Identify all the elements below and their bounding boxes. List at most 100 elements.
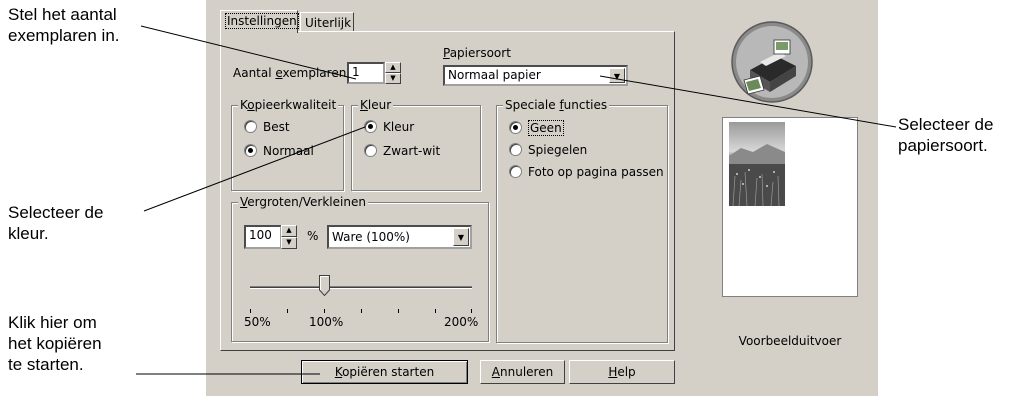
callout-copies-line2: exemplaren in. xyxy=(8,26,120,45)
tab-settings[interactable]: Instellingen xyxy=(220,10,299,33)
color-legend: Kleur xyxy=(358,98,394,112)
landscape-thumbnail xyxy=(729,122,785,206)
radio-label: Foto op pagina passen xyxy=(528,165,664,179)
chevron-down-icon[interactable]: ▼ xyxy=(609,68,625,83)
radio-quality-best[interactable]: Best xyxy=(244,119,290,135)
help-button[interactable]: Help xyxy=(569,360,675,384)
slider-ticks xyxy=(250,304,472,313)
cancel-label: nnuleren xyxy=(500,365,554,379)
quality-group: Kopieerkwaliteit Best Normaal xyxy=(231,98,344,191)
percent-spinner[interactable]: ▲ ▼ xyxy=(281,225,297,249)
radio-color-bw[interactable]: Zwart-wit xyxy=(364,143,440,159)
tab-appearance-label: Uiterlijk xyxy=(305,16,352,30)
percent-value: 100 xyxy=(249,228,272,242)
tab-appearance[interactable]: Uiterlijk xyxy=(300,12,354,32)
callout-color-line1: Selecteer de xyxy=(8,203,104,222)
radio-quality-normal[interactable]: Normaal xyxy=(244,143,314,159)
slider-ticks-svg xyxy=(250,309,472,313)
start-copy-label: opiëren starten xyxy=(342,365,435,379)
quality-legend-accel: o xyxy=(247,98,255,112)
radio-special-none[interactable]: Geen xyxy=(509,120,564,136)
radio-dot-icon xyxy=(244,120,257,133)
percent-input[interactable]: 100 xyxy=(244,225,282,249)
spin-down-icon[interactable]: ▼ xyxy=(281,237,297,249)
paper-select-value: Normaal papier xyxy=(448,68,541,82)
callout-start: Klik hier om het kopiëren te starten. xyxy=(8,312,102,375)
zoom-preset-select[interactable]: Ware (100%) ▼ xyxy=(327,225,472,249)
zoom-slider-thumb[interactable] xyxy=(318,275,330,297)
radio-special-mirror[interactable]: Spiegelen xyxy=(509,142,587,158)
spin-up-icon[interactable]: ▲ xyxy=(281,225,297,237)
copies-value: 1 xyxy=(352,65,360,79)
cancel-button[interactable]: Annuleren xyxy=(480,360,565,384)
copies-label-pre: Aantal xyxy=(233,66,276,80)
callout-copies-line1: Stel het aantal xyxy=(8,5,117,24)
special-legend-post: uncties xyxy=(563,98,608,112)
callout-start-line1: Klik hier om xyxy=(8,313,97,332)
radio-dot-icon xyxy=(244,144,257,157)
radio-label: Geen xyxy=(528,120,564,136)
color-group: Kleur Kleur Zwart-wit xyxy=(351,98,481,191)
slider-thumb-icon xyxy=(318,275,330,297)
paper-label-accel: P xyxy=(443,46,450,60)
slider-max-label: 200% xyxy=(444,315,479,329)
zoom-slider-track[interactable] xyxy=(250,286,472,289)
quality-legend-post: pieerkwaliteit xyxy=(254,98,337,112)
preview-caption: Voorbeelduitvoer xyxy=(738,334,842,348)
resize-group: Vergroten/Verkleinen 100 ▲ ▼ % Ware (100… xyxy=(231,195,489,342)
paper-label-post: apiersoort xyxy=(449,46,511,60)
callout-paper-line1: Selecteer de xyxy=(898,115,994,134)
radio-dot-icon xyxy=(509,143,522,156)
start-copy-accel: K xyxy=(334,365,343,379)
slider-mid-label: 100% xyxy=(309,315,344,329)
special-legend: Speciale functies xyxy=(503,98,610,112)
tab-settings-label: Instellingen xyxy=(225,13,299,29)
printer-icon-svg xyxy=(731,21,813,103)
help-accel: H xyxy=(608,365,618,379)
preview-page xyxy=(722,117,858,297)
copies-label-post: xemplaren: xyxy=(282,66,351,80)
zoom-preset-value: Ware (100%) xyxy=(332,230,410,244)
settings-panel: Aantal exemplaren: 1 ▲ ▼ Papiersoort Nor… xyxy=(220,31,675,351)
copies-label: Aantal exemplaren: xyxy=(233,66,350,80)
copies-input[interactable]: 1 xyxy=(347,62,385,84)
help-label: elp xyxy=(617,365,636,379)
spin-down-icon[interactable]: ▼ xyxy=(385,73,401,84)
radio-dot-icon xyxy=(364,120,377,133)
printer-icon xyxy=(730,20,814,104)
radio-label: Kleur xyxy=(383,120,415,134)
percent-sign: % xyxy=(307,229,319,243)
callout-start-line2: het kopiëren xyxy=(8,334,102,353)
paper-select[interactable]: Normaal papier ▼ xyxy=(443,65,628,86)
chevron-down-icon[interactable]: ▼ xyxy=(453,228,469,246)
copy-dialog: Instellingen Uiterlijk Aantal exemplaren… xyxy=(206,0,878,396)
color-legend-post: leur xyxy=(367,98,392,112)
callout-color-line2: kleur. xyxy=(8,224,49,243)
radio-label: Zwart-wit xyxy=(383,144,441,158)
callout-paper-line2: papiersoort. xyxy=(898,136,988,155)
radio-dot-icon xyxy=(509,165,522,178)
paper-label: Papiersoort xyxy=(443,46,511,60)
radio-label: Spiegelen xyxy=(528,143,588,157)
cancel-accel: A xyxy=(491,365,500,379)
callout-color: Selecteer de kleur. xyxy=(8,202,103,244)
callout-copies: Stel het aantal exemplaren in. xyxy=(8,4,120,46)
copies-label-accel: e xyxy=(275,66,283,80)
special-legend-pre: Speciale xyxy=(505,98,560,112)
start-copy-button[interactable]: Kopiëren starten xyxy=(301,360,468,384)
quality-legend: Kopieerkwaliteit xyxy=(238,98,339,112)
radio-dot-icon xyxy=(509,121,522,134)
radio-label: Best xyxy=(263,120,290,134)
radio-color-color[interactable]: Kleur xyxy=(364,119,414,135)
copies-spinner[interactable]: ▲ ▼ xyxy=(385,62,401,84)
slider-min-label: 50% xyxy=(244,315,271,329)
radio-label: Normaal xyxy=(263,144,314,158)
spin-up-icon[interactable]: ▲ xyxy=(385,62,401,73)
color-legend-accel: K xyxy=(360,98,368,112)
special-group: Speciale functies Geen Spiegelen Foto op… xyxy=(496,98,668,343)
callout-start-line3: te starten. xyxy=(8,355,84,374)
callout-paper: Selecteer de papiersoort. xyxy=(898,114,993,156)
resize-legend-post: ergroten/Verkleinen xyxy=(247,195,366,209)
radio-special-fit[interactable]: Foto op pagina passen xyxy=(509,164,664,180)
resize-legend: Vergroten/Verkleinen xyxy=(238,195,368,209)
